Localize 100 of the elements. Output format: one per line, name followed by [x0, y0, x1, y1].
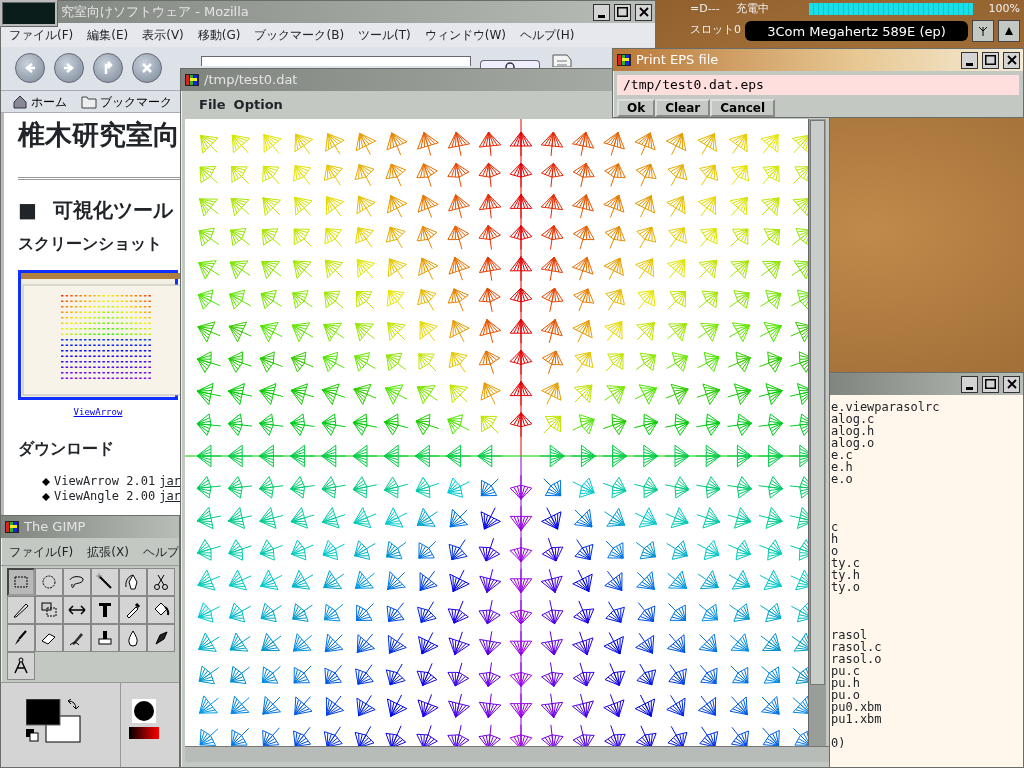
menu-item[interactable]: ツール(T): [358, 26, 411, 44]
menu-item[interactable]: 編集(E): [87, 26, 129, 44]
terminal-line: ty.h: [831, 569, 861, 581]
tool-button[interactable]: [91, 596, 119, 624]
compass-icon: [11, 656, 31, 676]
tool-button[interactable]: [91, 568, 119, 596]
menu-item[interactable]: ファイル(F): [9, 26, 74, 44]
horizontal-scrollbar[interactable]: [185, 746, 829, 762]
close-icon: [1006, 379, 1017, 389]
tool-button[interactable]: [7, 624, 35, 652]
antenna-icon: [977, 24, 989, 37]
bullet-icon: [42, 477, 50, 486]
terminal-line: pu.h: [831, 677, 861, 689]
window-title: 究室向けソフトウェア - Mozilla: [61, 3, 249, 22]
folder-icon: [81, 93, 97, 110]
address-field[interactable]: [201, 56, 471, 66]
maximize-button[interactable]: [614, 3, 631, 21]
tool-button[interactable]: [147, 624, 175, 652]
menu-item[interactable]: ブックマーク(B): [254, 26, 345, 44]
terminal-line: o: [831, 545, 840, 557]
dialog-button[interactable]: Clear: [655, 98, 711, 117]
color-swatch-drawing[interactable]: [25, 699, 80, 743]
terminal-line: ty.c: [831, 557, 861, 569]
close-icon: [1006, 55, 1017, 65]
minimize-icon: [966, 386, 973, 390]
download-link[interactable]: jar: [159, 474, 181, 490]
menu-item[interactable]: 表示(V): [142, 26, 184, 44]
minimize-icon: [966, 62, 973, 66]
maximize-button[interactable]: [982, 375, 999, 393]
menu-item[interactable]: Option: [233, 95, 283, 115]
tool-button[interactable]: [91, 624, 119, 652]
minimize-button[interactable]: [961, 375, 978, 393]
terminal-line: h: [831, 533, 840, 545]
tool-button[interactable]: [119, 568, 147, 596]
menu-item[interactable]: File: [199, 95, 226, 115]
tool-button[interactable]: [147, 596, 175, 624]
antenna-button[interactable]: [972, 19, 994, 42]
terminal-line: e.o: [831, 473, 854, 485]
forward-button[interactable]: [54, 53, 84, 83]
reload-button[interactable]: [93, 53, 123, 83]
back-button[interactable]: [15, 53, 45, 83]
window-title: Print EPS file: [636, 51, 719, 70]
dialog-button[interactable]: Ok: [617, 98, 656, 117]
charge-status: 充電中: [735, 1, 769, 17]
window-title: The GIMP: [24, 518, 86, 537]
home-link[interactable]: ホーム: [9, 92, 70, 111]
vertical-scrollbar[interactable]: [808, 119, 826, 746]
close-button[interactable]: [1003, 51, 1020, 69]
download-name: ViewArrow 2.01: [54, 474, 156, 490]
terminal-line: pu.o: [831, 689, 860, 701]
section-heading: ダウンロード: [18, 439, 115, 459]
bullet-icon: [42, 492, 50, 501]
swap-arrow-icon[interactable]: [67, 699, 79, 710]
close-button[interactable]: [1003, 375, 1020, 393]
bookmarks-button[interactable]: ブックマーク: [78, 92, 175, 111]
gradient-preview[interactable]: [129, 727, 159, 739]
close-button[interactable]: [635, 3, 652, 21]
download-link[interactable]: jar: [159, 489, 181, 505]
app-icon: [4, 519, 20, 535]
subheading: スクリーンショット: [18, 234, 163, 254]
print-icon[interactable]: [549, 53, 575, 67]
pager-widget[interactable]: [0, 0, 58, 27]
terminal-line: alog.c: [831, 413, 875, 425]
move-icon: [39, 600, 59, 620]
stop-button[interactable]: [132, 53, 162, 83]
maximize-icon: [617, 7, 628, 17]
stamp-icon: [95, 628, 115, 648]
brush-icon[interactable]: [132, 699, 156, 723]
close-icon: [638, 7, 649, 17]
status-text: =D---: [690, 1, 720, 17]
slot-label: スロット0: [690, 22, 741, 39]
maximize-button[interactable]: [982, 51, 999, 69]
tool-button[interactable]: [7, 652, 35, 680]
tool-button[interactable]: [147, 568, 175, 596]
menu-item[interactable]: 拡張(X): [87, 542, 129, 561]
terminal-line: rasol.c: [831, 641, 883, 653]
terminal-line: e.viewparasolrc: [831, 401, 941, 413]
menu-item[interactable]: ヘルプ(H): [520, 26, 575, 44]
filename-field[interactable]: /tmp/test0.dat.eps: [617, 75, 1019, 95]
window-title: /tmp/test0.dat: [204, 71, 298, 90]
app-icon: [616, 52, 632, 68]
menu-item[interactable]: ウィンドウ(W): [424, 26, 506, 44]
battery-reading: 100%: [988, 1, 1020, 17]
minimize-button[interactable]: [961, 51, 978, 69]
menu-item[interactable]: 移動(G): [197, 26, 241, 44]
search-icon: [504, 61, 516, 69]
menu-item[interactable]: ファイル(F): [9, 542, 74, 561]
dialog-button[interactable]: Cancel: [710, 98, 776, 117]
terminal-line: ty.o: [831, 581, 861, 593]
tool-button[interactable]: [119, 624, 147, 652]
tool-button[interactable]: [35, 624, 63, 652]
screenshot-link[interactable]: ViewArrow: [18, 405, 178, 420]
minimize-button[interactable]: [593, 3, 610, 21]
menu-item[interactable]: ヘルプ: [142, 542, 179, 561]
eject-button[interactable]: [998, 19, 1020, 42]
tool-button[interactable]: [7, 596, 35, 624]
tool-button[interactable]: [63, 596, 91, 624]
tool-button[interactable]: [63, 624, 91, 652]
section-heading: 可視化ツール: [52, 198, 173, 223]
tool-button[interactable]: [119, 596, 147, 624]
